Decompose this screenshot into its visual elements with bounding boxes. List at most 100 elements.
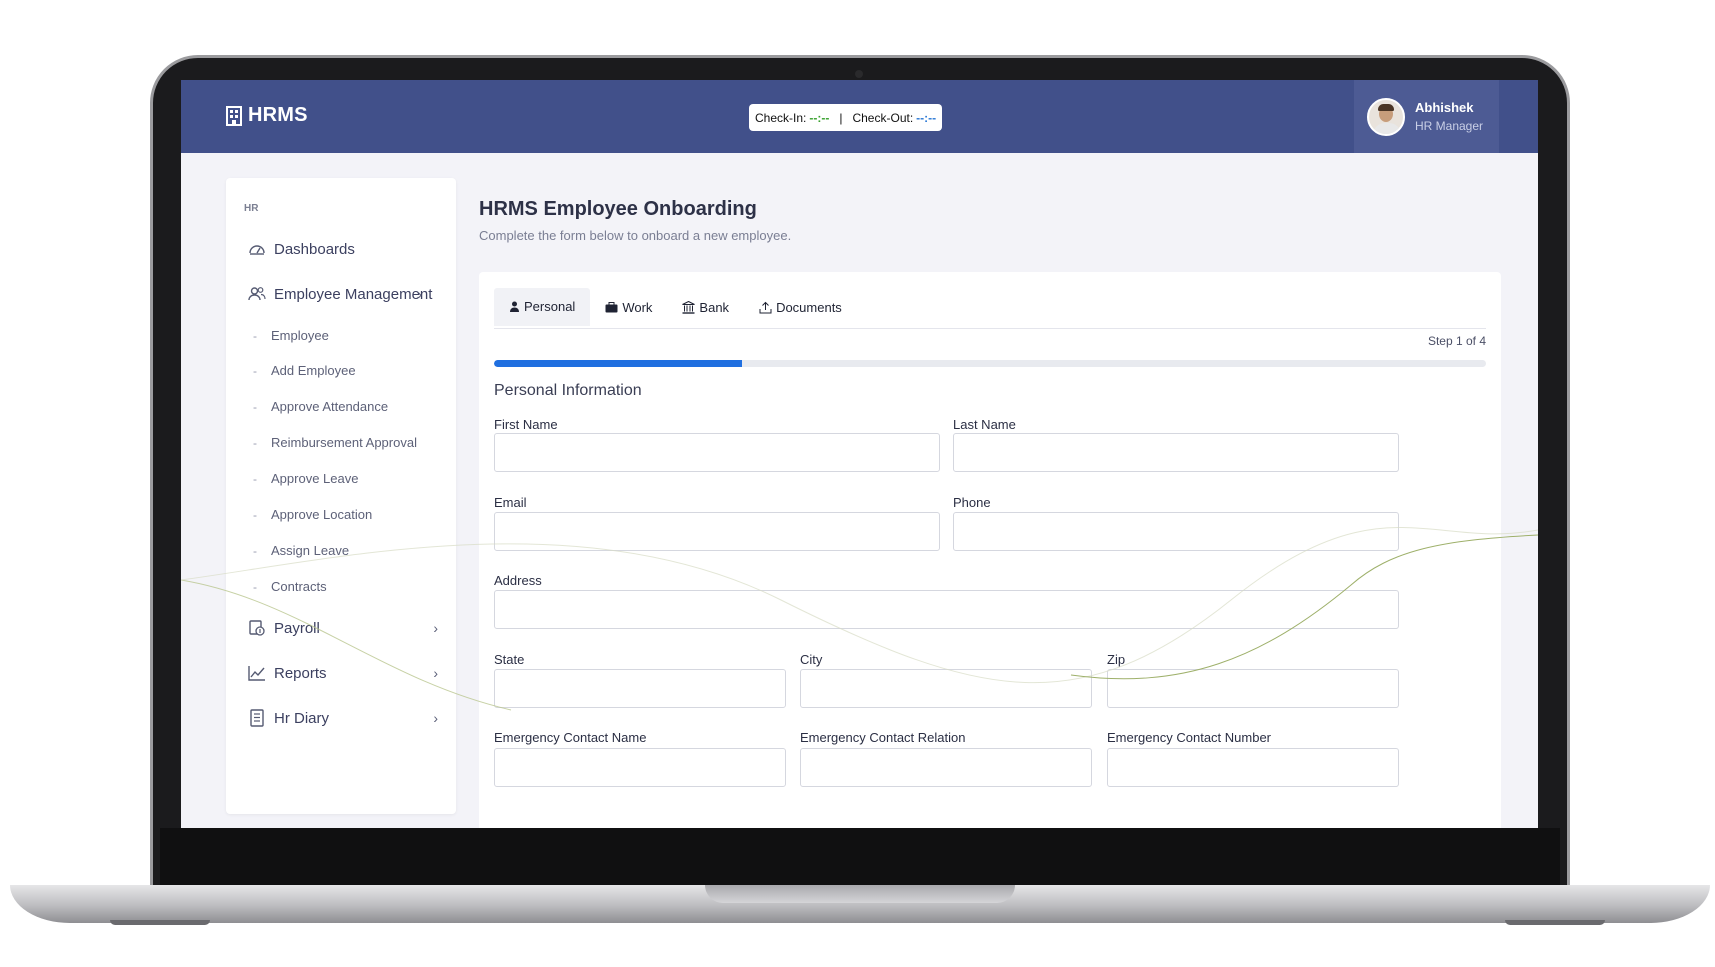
chart-line-icon [248, 666, 265, 681]
laptop-chin [160, 828, 1560, 888]
tab-personal[interactable]: Personal [494, 288, 591, 326]
dash-icon: - [253, 471, 257, 486]
checkout-label: Check-Out: [852, 110, 914, 125]
phone-label: Phone [953, 495, 991, 510]
email-label: Email [494, 495, 527, 510]
sidebar-item-dashboards[interactable]: Dashboards [248, 240, 438, 258]
sidebar-subitem-label: Employee [271, 328, 329, 343]
dash-icon: - [253, 328, 257, 343]
briefcase-icon [605, 301, 618, 312]
laptop-foot-left [110, 920, 210, 925]
sidebar-item-reports[interactable]: Reports › [248, 664, 438, 682]
payroll-icon [249, 620, 265, 636]
sidebar-subitem-contracts[interactable]: - Contracts [253, 579, 327, 594]
last-name-input[interactable] [953, 433, 1399, 472]
sidebar-subitem-label: Approve Leave [271, 471, 359, 486]
diary-icon [250, 709, 264, 727]
sidebar-section-label: HR [244, 203, 259, 214]
brand-name: HRMS [248, 104, 308, 126]
sidebar-item-label: Reports [274, 664, 327, 682]
sidebar-item-label: Hr Diary [274, 709, 329, 727]
sidebar-item-employee-management[interactable]: Employee Management › [248, 285, 438, 303]
user-profile-menu[interactable]: Abhishek HR Manager [1354, 80, 1499, 153]
form-tabs: Personal Work Bank Documents [494, 288, 857, 326]
sidebar-subitem-label: Contracts [271, 579, 327, 594]
sidebar-subitem-label: Reimbursement Approval [271, 435, 417, 450]
tab-work[interactable]: Work [590, 288, 667, 326]
state-label: State [494, 652, 525, 667]
sidebar-subitem-approve-attendance[interactable]: - Approve Attendance [253, 399, 388, 414]
sidebar-item-hr-diary[interactable]: Hr Diary › [248, 709, 438, 727]
dash-icon: - [253, 507, 257, 522]
zip-field[interactable] [1107, 669, 1399, 708]
section-title: Personal Information [494, 382, 642, 399]
first-name-input[interactable] [494, 433, 940, 472]
sidebar-subitem-reimbursement-approval[interactable]: - Reimbursement Approval [253, 435, 417, 450]
first-name-label: First Name [494, 417, 558, 432]
sidebar-subitem-label: Assign Leave [271, 543, 350, 558]
user-role: HR Manager [1415, 119, 1484, 133]
sidebar-subitem-label: Add Employee [271, 363, 356, 378]
sidebar-item-label: Payroll [274, 619, 320, 637]
sidebar-subitem-employee[interactable]: - Employee [253, 328, 329, 343]
tab-label: Bank [699, 299, 730, 315]
sidebar-item-label: Dashboards [274, 240, 355, 258]
chevron-right-icon: › [433, 665, 438, 681]
page-subtitle: Complete the form below to onboard a new… [479, 228, 792, 243]
address-field[interactable] [494, 590, 1399, 629]
tabs-divider [494, 328, 1486, 329]
checkin-time: --:-- [809, 110, 830, 125]
emergency-contact-name-label: Emergency Contact Name [494, 730, 647, 745]
users-icon [248, 287, 266, 301]
emergency-contact-number-label: Emergency Contact Number [1107, 730, 1272, 745]
laptop-camera [855, 70, 863, 78]
tab-bank[interactable]: Bank [667, 288, 744, 326]
dash-icon: - [253, 435, 257, 450]
sidebar: HR Dashboards Employee Management › - Emp… [226, 178, 456, 814]
sidebar-subitem-approve-location[interactable]: - Approve Location [253, 507, 372, 522]
page-title: HRMS Employee Onboarding [479, 198, 757, 220]
phone-field[interactable] [953, 512, 1399, 551]
sidebar-subitem-add-employee[interactable]: - Add Employee [253, 363, 356, 378]
bank-icon [682, 300, 696, 314]
sidebar-subitem-approve-leave[interactable]: - Approve Leave [253, 471, 358, 486]
city-label: City [800, 652, 823, 667]
sidebar-item-payroll[interactable]: Payroll › [248, 619, 438, 637]
progress-bar [494, 360, 1486, 367]
laptop-notch [705, 885, 1015, 903]
checkin-label: Check-In: [755, 110, 807, 125]
sidebar-item-label: Employee Management [274, 285, 433, 303]
email-field[interactable] [494, 512, 940, 551]
tab-label: Work [622, 299, 653, 315]
status-separator: | [839, 110, 843, 125]
sidebar-subitem-assign-leave[interactable]: - Assign Leave [253, 543, 349, 558]
brand-logo[interactable]: HRMS [226, 104, 308, 127]
checkout-time: --:-- [916, 110, 937, 125]
emergency-contact-name-field[interactable] [494, 748, 786, 787]
step-indicator: Step 1 of 4 [1427, 334, 1486, 348]
emergency-contact-number-field[interactable] [1107, 748, 1399, 787]
chevron-right-icon: › [417, 286, 422, 302]
last-name-label: Last Name [953, 417, 1016, 432]
dash-icon: - [253, 579, 257, 594]
sidebar-subitem-label: Approve Attendance [271, 399, 389, 414]
building-icon [226, 105, 242, 126]
emergency-contact-relation-field[interactable] [800, 748, 1092, 787]
zip-label: Zip [1107, 652, 1126, 667]
address-label: Address [494, 573, 542, 588]
avatar[interactable] [1367, 97, 1405, 136]
app-screen: HRMS Check-In: --:-- | Check-Out: --:-- … [181, 80, 1538, 828]
dash-icon: - [253, 399, 257, 414]
dashboard-gauge-icon [249, 245, 265, 255]
sidebar-subitem-label: Approve Location [271, 507, 373, 522]
emergency-contact-relation-label: Emergency Contact Relation [800, 730, 966, 745]
attendance-status: Check-In: --:-- | Check-Out: --:-- [749, 104, 943, 131]
city-field[interactable] [800, 669, 1092, 708]
state-field[interactable] [494, 669, 786, 708]
laptop-foot-right [1505, 920, 1605, 925]
dash-icon: - [253, 363, 257, 378]
progress-bar-fill [494, 360, 742, 367]
onboarding-form-card: Personal Work Bank Documents Step 1 of 4… [479, 272, 1501, 828]
tab-documents[interactable]: Documents [744, 288, 857, 326]
tab-label: Personal [524, 299, 576, 314]
